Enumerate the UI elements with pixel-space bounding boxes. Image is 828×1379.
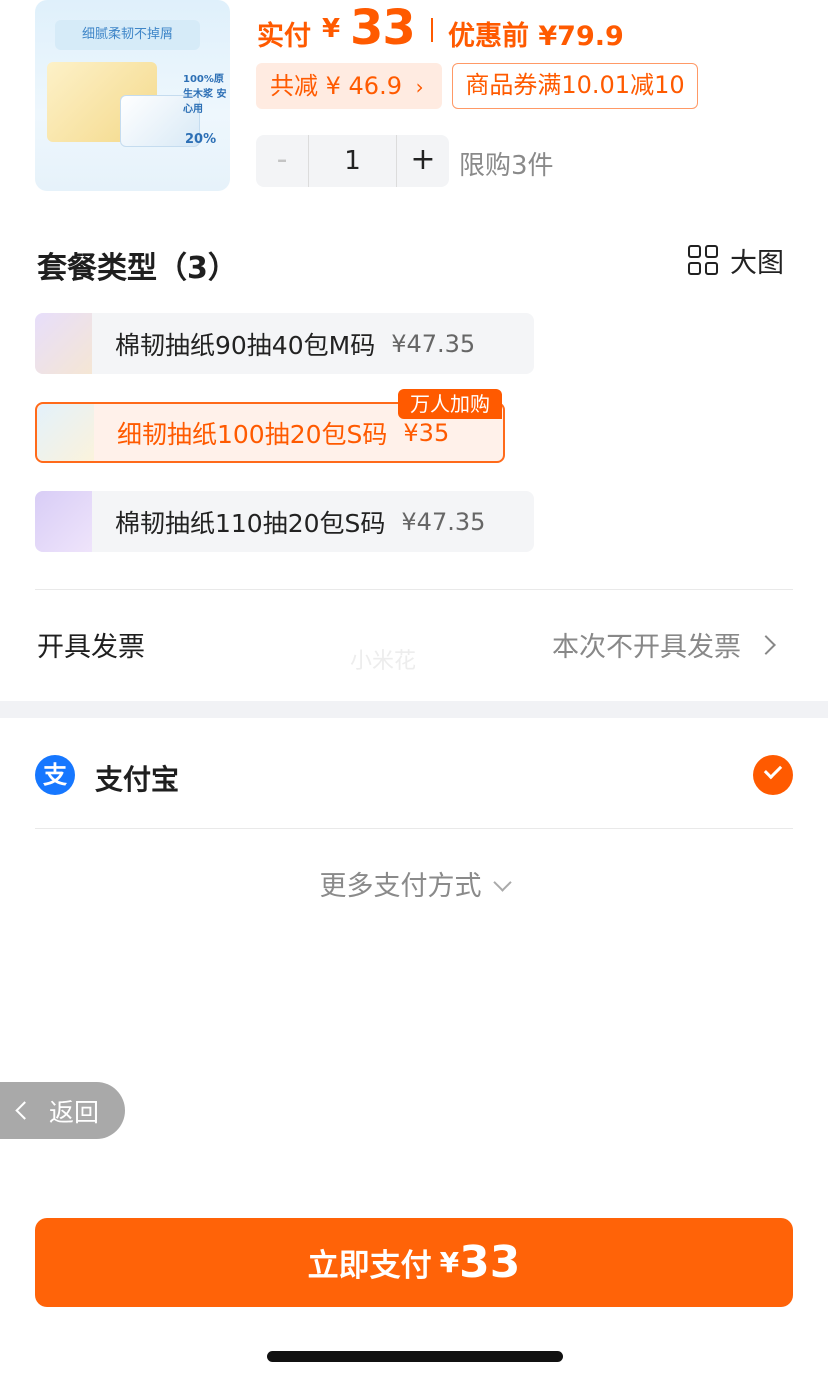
pay-label: 实付 <box>257 21 311 52</box>
large-image-toggle[interactable]: 大图 <box>688 242 784 279</box>
pay-amount: 33 <box>350 0 416 56</box>
package-thumbnail <box>35 491 92 552</box>
divider <box>35 828 793 829</box>
alipay-icon: 支 <box>35 755 75 795</box>
package-option-1[interactable]: 棉韧抽纸90抽40包M码 ¥47.35 <box>35 313 534 374</box>
package-thumbnail <box>37 404 94 461</box>
product-thumbnail[interactable]: 细腻柔韧不掉屑 100%原生木浆 安心用 20% <box>35 0 230 191</box>
thumbnail-caption: 细腻柔韧不掉屑 <box>55 20 200 50</box>
package-price: ¥35 <box>403 418 450 447</box>
chevron-right-icon <box>756 634 776 655</box>
payment-method-alipay[interactable]: 支付宝 <box>95 758 179 798</box>
pay-now-button[interactable]: 立即支付 ¥ 33 <box>35 1218 793 1307</box>
package-name: 细韧抽纸100抽20包S码 <box>117 419 388 449</box>
coupon-chip[interactable]: 商品券满10.01减10 <box>452 63 698 109</box>
section-title-package: 套餐类型（3） <box>37 251 238 286</box>
quantity-stepper: - 1 + <box>256 135 449 187</box>
pay-button-label: 立即支付 <box>307 1248 432 1284</box>
package-price: ¥47.35 <box>401 507 486 536</box>
quantity-value: 1 <box>344 146 361 176</box>
view-toggle-label: 大图 <box>730 247 784 279</box>
quantity-field[interactable]: 1 <box>308 135 397 187</box>
selected-check-icon[interactable] <box>753 755 793 795</box>
discount-text: 共减 ¥ 46.9 <box>270 72 402 100</box>
more-payment-label: 更多支付方式 <box>319 871 482 902</box>
original-price: 优惠前 ¥79.9 <box>448 21 624 52</box>
chevron-right-icon: › <box>415 75 424 99</box>
price-divider <box>431 18 433 42</box>
home-indicator[interactable] <box>267 1351 563 1362</box>
watermark: 小米花 <box>350 649 417 674</box>
package-price: ¥47.35 <box>391 329 476 358</box>
pay-button-currency: ¥ <box>439 1246 460 1279</box>
package-name: 棉韧抽纸90抽40包M码 <box>115 330 376 360</box>
more-payment-methods[interactable]: 更多支付方式 <box>0 864 828 903</box>
currency-symbol: ¥ <box>322 14 341 44</box>
section-separator <box>0 701 828 718</box>
discount-detail-chip[interactable]: 共减 ¥ 46.9 › <box>256 63 442 109</box>
pay-button-amount: 33 <box>459 1237 521 1288</box>
invoice-label: 开具发票 <box>37 632 145 663</box>
package-name: 棉韧抽纸110抽20包S码 <box>115 508 386 538</box>
invoice-value: 本次不开具发票 <box>552 632 741 663</box>
invoice-option[interactable]: 本次不开具发票 <box>552 625 776 664</box>
package-option-3[interactable]: 棉韧抽纸110抽20包S码 ¥47.35 <box>35 491 534 552</box>
thumbnail-percent: 20% <box>185 132 217 147</box>
chevron-down-icon <box>492 873 512 892</box>
back-button[interactable]: 返回 <box>0 1082 125 1139</box>
thumbnail-tag: 100%原生木浆 安心用 <box>183 74 227 115</box>
increase-button[interactable]: + <box>397 135 449 187</box>
chevron-left-icon <box>15 1101 34 1120</box>
grid-view-icon <box>688 245 718 275</box>
popular-badge: 万人加购 <box>398 389 502 419</box>
back-label: 返回 <box>49 1097 100 1127</box>
decrease-button[interactable]: - <box>256 135 308 187</box>
divider <box>35 589 793 590</box>
package-thumbnail <box>35 313 92 374</box>
purchase-limit: 限购3件 <box>459 151 554 181</box>
